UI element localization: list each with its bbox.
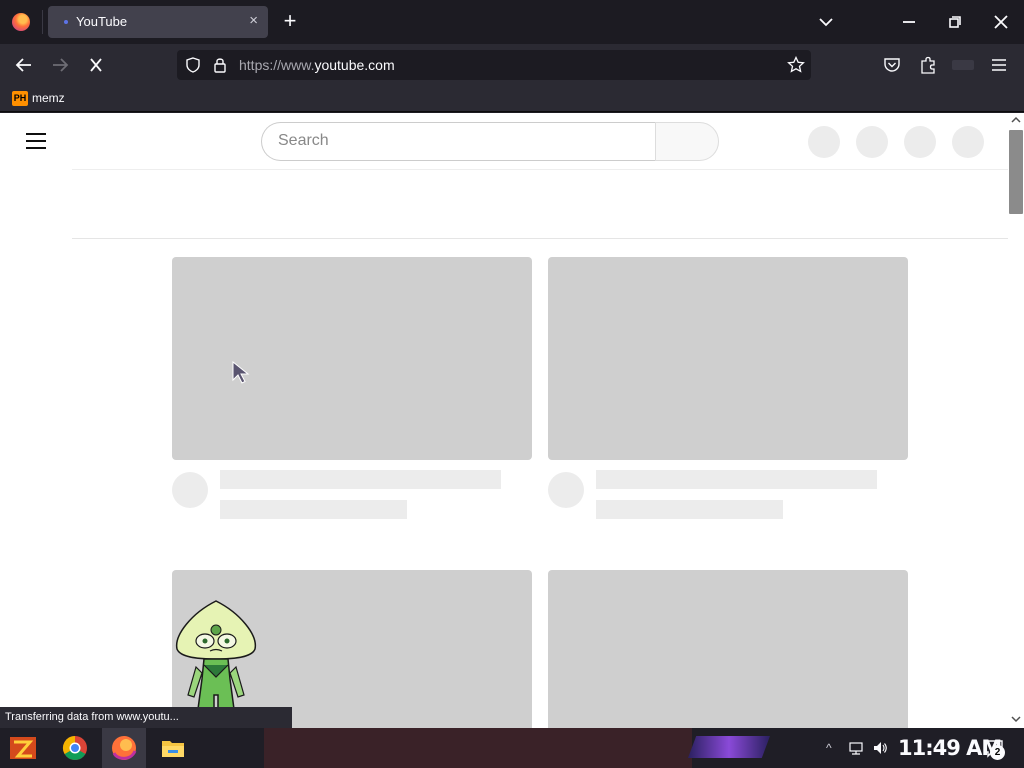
extension-badge-icon[interactable] — [952, 60, 974, 70]
video-meta-skeleton — [220, 500, 407, 519]
bookmark-label: memz — [32, 91, 65, 105]
video-thumbnail-skeleton — [172, 257, 532, 460]
network-icon[interactable] — [848, 740, 864, 756]
search-button[interactable] — [655, 122, 719, 161]
new-tab-button[interactable]: + — [280, 9, 300, 33]
video-title-skeleton — [596, 470, 877, 489]
video-thumbnail-skeleton — [548, 570, 908, 728]
mouse-cursor-icon — [232, 361, 250, 384]
back-icon[interactable] — [12, 54, 36, 76]
skeleton-icon-placeholder — [808, 126, 840, 158]
search-box[interactable] — [261, 122, 656, 161]
firefox-icon[interactable] — [12, 13, 30, 31]
bookmarks-toolbar: PH memz — [0, 86, 1024, 112]
skeleton-icon-placeholder — [904, 126, 936, 158]
firefox-icon[interactable] — [109, 733, 139, 763]
tab-strip: YouTube × + — [0, 0, 1024, 44]
tab-separator — [42, 10, 43, 34]
tracking-protection-shield-icon[interactable] — [185, 57, 201, 73]
window-close-icon[interactable] — [990, 10, 1012, 34]
notification-count-badge: 2 — [990, 745, 1005, 760]
skeleton-avatar-placeholder — [952, 126, 984, 158]
app-menu-icon[interactable] — [990, 56, 1008, 74]
search-input[interactable] — [278, 132, 638, 150]
url-text[interactable]: https://www.youtube.com — [239, 57, 395, 73]
taskbar-empty-area — [264, 728, 692, 768]
bookmark-star-icon[interactable] — [787, 56, 805, 74]
guide-menu-icon[interactable] — [26, 133, 46, 149]
tab-title: YouTube — [76, 14, 128, 29]
tray-overflow-chevron-icon[interactable]: ^ — [826, 741, 832, 755]
url-domain: youtube.com — [314, 57, 395, 73]
forward-icon[interactable] — [48, 54, 72, 76]
chrome-icon[interactable] — [60, 733, 90, 763]
taskbar: ^ 11:49 AM 2 — [0, 728, 1024, 768]
navigation-toolbar: https://www.youtube.com — [0, 44, 1024, 86]
scroll-up-icon[interactable] — [1011, 115, 1021, 125]
volume-icon[interactable] — [872, 740, 888, 756]
tab-loading-indicator — [64, 20, 68, 24]
video-thumbnail-skeleton — [548, 257, 908, 460]
page-scrollbar[interactable] — [1008, 113, 1024, 728]
url-bar[interactable]: https://www.youtube.com — [177, 50, 811, 80]
chip-bar-skeleton — [72, 169, 1008, 239]
status-bar: Transferring data from www.youtu... — [0, 707, 292, 728]
video-meta-skeleton — [596, 500, 783, 519]
tab-close-icon[interactable]: × — [249, 12, 258, 29]
video-title-skeleton — [220, 470, 501, 489]
restore-icon[interactable] — [946, 12, 964, 32]
channel-avatar-skeleton — [548, 472, 584, 508]
stop-loading-icon[interactable] — [84, 54, 108, 76]
minimize-icon[interactable] — [900, 12, 918, 32]
list-all-tabs-icon[interactable] — [816, 10, 836, 34]
scrollbar-thumb[interactable] — [1009, 130, 1023, 214]
bookmark-favicon-icon: PH — [12, 91, 28, 106]
tab-youtube[interactable]: YouTube × — [48, 6, 268, 38]
file-explorer-icon[interactable] — [158, 733, 188, 763]
skeleton-icon-placeholder — [856, 126, 888, 158]
taskbar-decoration — [688, 736, 770, 758]
channel-avatar-skeleton — [172, 472, 208, 508]
page-content: Transferring data from www.youtu... — [0, 113, 1024, 728]
start-icon[interactable] — [8, 734, 38, 762]
scroll-down-icon[interactable] — [1011, 714, 1021, 724]
pocket-icon[interactable] — [883, 56, 901, 74]
extensions-icon[interactable] — [919, 55, 937, 75]
lock-icon[interactable] — [212, 56, 228, 74]
url-prefix: https://www. — [239, 57, 315, 73]
